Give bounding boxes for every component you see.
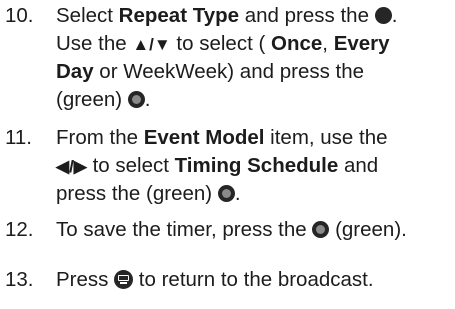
text: Use the	[56, 31, 133, 55]
step-number: 12.	[5, 218, 34, 241]
text: press the (green)	[56, 182, 218, 205]
step-13-line-1: 13. Press to return to the broadcast.	[5, 266, 453, 294]
step-10-line-4: (green) .	[5, 86, 453, 114]
step-number: 11.	[5, 126, 32, 149]
text: .	[391, 4, 398, 27]
step-10-line-3: Day or WeekWeek) and press the	[5, 58, 453, 86]
term-every: Every	[333, 31, 390, 55]
text: to select	[86, 153, 175, 177]
text: or WeekWeek) and press the	[93, 60, 365, 83]
text: and press the	[239, 4, 375, 27]
step-12: 12. To save the timer, press the (green).	[5, 216, 453, 244]
text: (green)	[56, 87, 128, 111]
step-10: 10. Select Repeat Type and press the . Us…	[5, 2, 453, 113]
step-11-line-2: ◀/▶ to select Timing Schedule and	[5, 152, 453, 181]
step-11: 11. From the Event Model item, use the ◀/…	[5, 124, 453, 208]
step-13: 13. Press to return to the broadcast.	[5, 266, 453, 294]
text: ,	[322, 31, 334, 55]
text: .	[144, 87, 151, 111]
text: Select	[56, 4, 119, 27]
term-once: Once	[271, 31, 323, 55]
tv-button-icon	[114, 270, 134, 289]
up-down-arrow-icon: ▲/▼	[132, 34, 171, 54]
text: To save the timer, press the	[56, 218, 313, 241]
step-number: 10.	[5, 4, 34, 27]
text: to return to the broadcast.	[133, 268, 374, 291]
step-12-line-1: 12. To save the timer, press the (green).	[5, 216, 453, 244]
text: item, use the	[264, 126, 388, 149]
left-right-arrow-icon: ◀/▶	[56, 156, 87, 176]
term-timing-schedule: Timing Schedule	[174, 153, 339, 177]
green-button-icon	[312, 221, 330, 238]
term-day: Day	[56, 60, 94, 83]
text: (green).	[329, 218, 407, 241]
text: to select (	[170, 31, 271, 55]
text: Press	[56, 268, 115, 291]
text: and	[338, 153, 379, 177]
step-11-line-1: 11. From the Event Model item, use the	[5, 124, 453, 152]
term-event-model: Event Model	[143, 126, 265, 149]
step-number: 13.	[5, 268, 34, 291]
filled-circle-icon	[374, 7, 392, 24]
green-button-icon	[127, 90, 145, 108]
step-10-line-1: 10. Select Repeat Type and press the .	[5, 2, 453, 30]
step-11-line-3: press the (green) .	[5, 180, 453, 208]
text: .	[234, 182, 241, 205]
step-10-line-2: Use the ▲/▼ to select ( Once, Every	[5, 30, 453, 59]
text: From the	[56, 126, 144, 149]
green-button-icon	[217, 185, 235, 202]
term-repeat-type: Repeat Type	[118, 4, 240, 27]
